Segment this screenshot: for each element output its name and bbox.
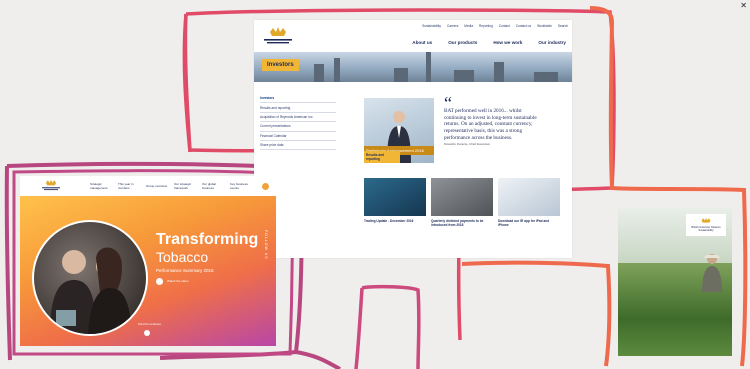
news-cards: Trading Update - December 2016 Quarterly…	[364, 178, 560, 227]
laptop-nav: Strategic management This year in number…	[20, 176, 276, 196]
sidemenu-item[interactable]: Results and reporting	[260, 103, 336, 113]
topnav-link[interactable]: Reporting	[479, 24, 493, 28]
play-icon[interactable]	[156, 278, 163, 285]
news-card-title: Trading Update - December 2016	[364, 219, 414, 223]
news-card-title: Quarterly dividend payments to be introd…	[431, 219, 484, 228]
sidemenu-title[interactable]: Investors	[260, 94, 336, 104]
quote-attribution: Nicandro Durante, Chief Executive	[444, 142, 491, 147]
people-photo-circle	[32, 220, 148, 336]
desktop-top-nav: Sustainability Careers Media Reporting C…	[422, 24, 568, 28]
laptop-website-screenshot: Strategic management This year in number…	[20, 176, 276, 346]
close-icon[interactable]: ✕	[740, 1, 747, 10]
farm-worker-image	[702, 254, 722, 292]
bat-logo-icon	[701, 217, 711, 223]
ceo-quote: “ BAT performed well in 2016... whilst c…	[444, 93, 544, 147]
mainnav-products[interactable]: Our products	[448, 40, 477, 45]
mainnav-about[interactable]: About us	[412, 40, 432, 45]
sidemenu-item[interactable]: Current presentations	[260, 122, 336, 132]
mainnav-industry[interactable]: Our industry	[538, 40, 566, 45]
scroll-hint: Scroll to continue	[138, 322, 162, 326]
desktop-website-screenshot: Sustainability Careers Media Reporting C…	[254, 20, 572, 258]
feature-subcaption[interactable]: Results and reporting	[364, 151, 400, 163]
featured-announcement[interactable]: Preliminary Announcement 2016 Results an…	[364, 98, 434, 163]
search-link[interactable]: Search	[558, 24, 568, 28]
topnav-link[interactable]: Worldwide	[537, 24, 552, 28]
laptop-nav-item[interactable]: Group overview	[146, 184, 168, 188]
topnav-link[interactable]: Contact us	[516, 24, 531, 28]
sidemenu-item[interactable]: Share price data	[260, 141, 336, 151]
menu-icon[interactable]	[262, 182, 269, 190]
bat-logo-icon	[42, 179, 60, 191]
sidemenu-item[interactable]: Acquisition of Reynolds American Inc.	[260, 113, 336, 123]
topnav-link[interactable]: Sustainability	[422, 24, 441, 28]
topnav-link[interactable]: Media	[464, 24, 473, 28]
news-card-image	[498, 178, 560, 216]
watch-video-link[interactable]: Watch the video	[167, 279, 188, 283]
tablet-logo-box: British American Tobacco Sustainability	[686, 214, 726, 236]
laptop-nav-item[interactable]: Our strategic framework	[174, 182, 196, 190]
city-skyline-hero	[254, 52, 572, 82]
news-card-image	[364, 178, 426, 216]
news-card-image	[431, 178, 493, 216]
mainnav-how-we-work[interactable]: How we work	[493, 40, 522, 45]
laptop-nav-item[interactable]: Key business events	[230, 182, 252, 190]
tablet-section-label: Sustainability	[698, 229, 714, 232]
laptop-nav-item[interactable]: Our global business	[202, 182, 224, 190]
bat-logo-icon	[264, 27, 292, 44]
laptop-nav-item[interactable]: This year in numbers	[118, 182, 140, 190]
investors-side-menu: Investors Results and reporting Acquisit…	[260, 94, 336, 151]
investors-page-tag: Investors	[262, 59, 299, 71]
news-card[interactable]: Download our IR app for iPad and iPhone	[498, 178, 560, 227]
banner-subheadline: Tobacco	[156, 249, 209, 265]
laptop-nav-item[interactable]: Strategic management	[90, 182, 112, 190]
banner-headline: Transforming	[156, 231, 259, 248]
sidemenu-item[interactable]: Financial Calendar	[260, 132, 336, 141]
news-card[interactable]: Quarterly dividend payments to be introd…	[431, 178, 493, 227]
desktop-main-nav: About us Our products How we work Our in…	[412, 40, 566, 45]
quote-mark-icon: “	[444, 93, 452, 113]
tablet-website-screenshot: British American Tobacco Sustainability	[618, 208, 732, 356]
topnav-link[interactable]: Contact	[499, 24, 510, 28]
topnav-link[interactable]: Careers	[447, 24, 458, 28]
banner-tagline: Performance Summary 2016	[156, 268, 214, 273]
quote-text: BAT performed well in 2016... whilst con…	[444, 108, 537, 141]
vertical-follow-label: FOLLOW US	[264, 230, 268, 260]
news-card[interactable]: Trading Update - December 2016	[364, 178, 426, 227]
news-card-title: Download our IR app for iPad and iPhone	[498, 219, 550, 228]
scroll-down-icon[interactable]	[144, 330, 150, 336]
